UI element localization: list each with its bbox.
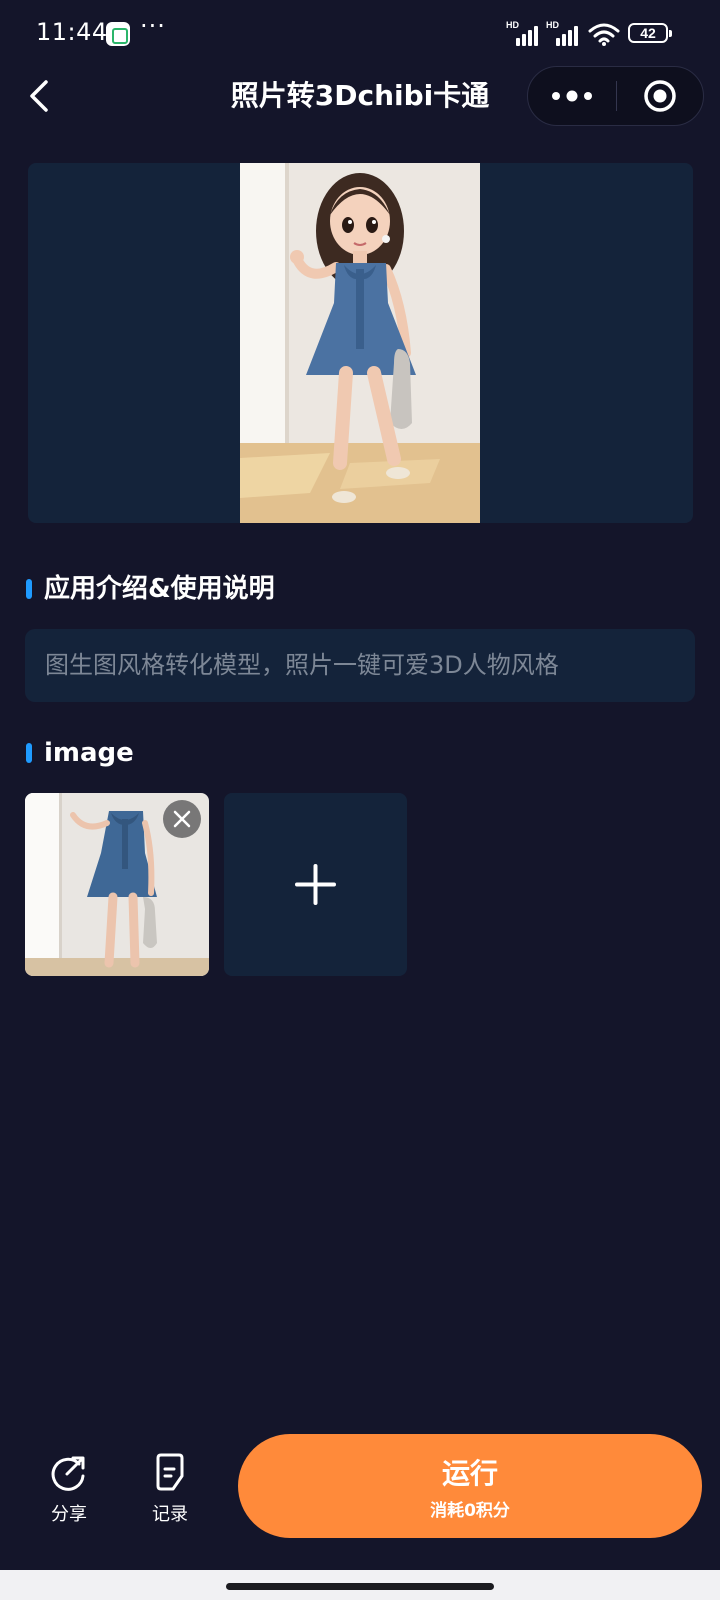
more-dots-icon	[552, 90, 592, 102]
home-indicator[interactable]	[226, 1583, 494, 1590]
record-label: 记录	[152, 1504, 188, 1525]
share-label: 分享	[51, 1504, 87, 1525]
chevron-left-icon	[30, 80, 48, 112]
more-button[interactable]	[528, 67, 616, 125]
mini-program-capsule	[527, 66, 704, 126]
remove-image-button[interactable]	[163, 800, 201, 838]
battery-level: 42	[640, 25, 656, 41]
run-label: 运行	[441, 1457, 498, 1490]
intro-section-title: 应用介绍&使用说明	[44, 574, 275, 604]
add-image-button[interactable]	[224, 793, 407, 976]
section-accent-bar	[26, 743, 32, 763]
app-notification-icon	[106, 22, 130, 46]
preview-panel	[28, 163, 693, 523]
page-title: 照片转3Dchibi卡通	[230, 79, 490, 112]
run-cost-label: 消耗0积分	[430, 1501, 510, 1521]
section-accent-bar	[26, 579, 32, 599]
record-icon	[156, 1453, 184, 1491]
wifi-icon	[588, 23, 620, 46]
back-button[interactable]	[22, 72, 62, 120]
battery-icon: 42	[628, 23, 672, 43]
signal-hd-label: HD	[546, 20, 559, 30]
cell-signal-icon: HD	[546, 20, 580, 46]
share-button[interactable]: 分享	[29, 1452, 109, 1528]
signal-hd-label: HD	[506, 20, 519, 30]
status-more-icon: ···	[140, 12, 166, 40]
image-section-title: image	[44, 738, 134, 768]
chibi-preview-image	[240, 163, 480, 523]
share-icon	[51, 1456, 85, 1491]
close-mini-program-button[interactable]	[617, 67, 704, 125]
status-time: 11:44	[36, 18, 108, 46]
plus-icon	[295, 864, 336, 905]
record-button[interactable]: 记录	[130, 1452, 210, 1528]
run-button[interactable]: 运行 消耗0积分	[238, 1434, 702, 1538]
status-bar: 11:44 ··· HD HD 42	[0, 0, 720, 64]
intro-description: 图生图风格转化模型，照片一键可爱3D人物风格	[25, 629, 695, 702]
target-close-icon	[644, 80, 676, 112]
cell-signal-icon: HD	[506, 20, 540, 46]
close-icon	[173, 810, 191, 828]
